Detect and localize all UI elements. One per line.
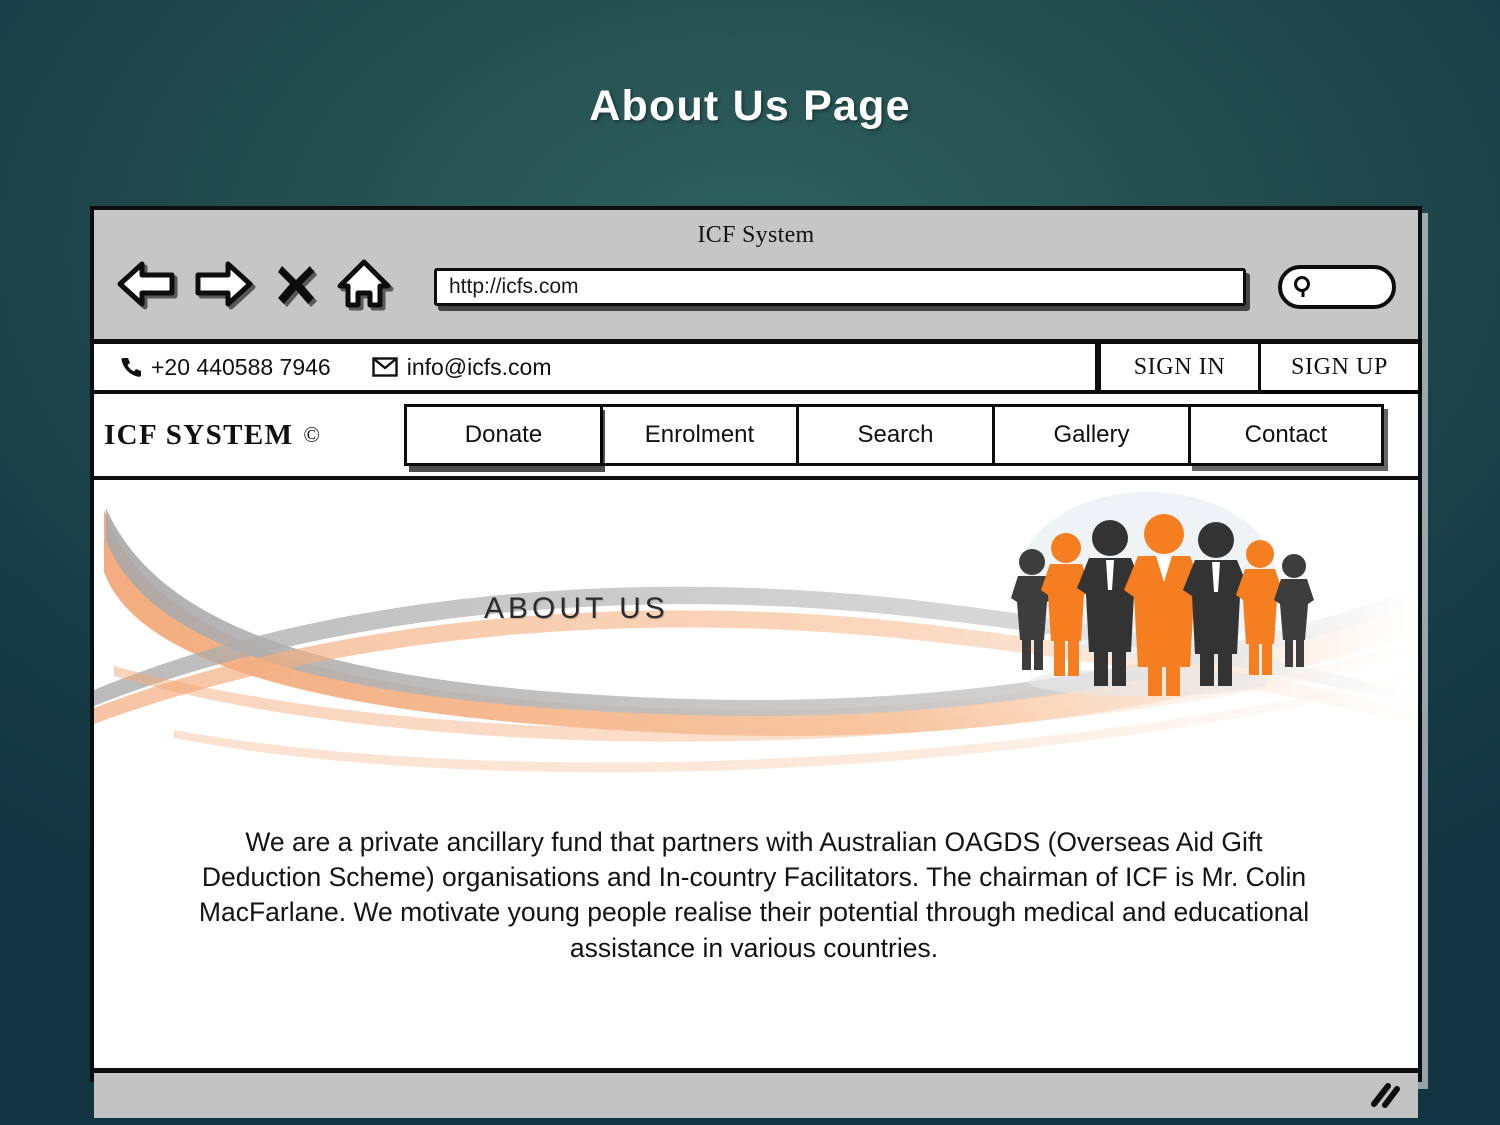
email-address: info@icfs.com [406, 353, 552, 380]
nav-item-donate[interactable]: Donate [404, 404, 600, 466]
site-logo-text: ICF SYSTEM [104, 418, 294, 451]
url-input[interactable]: http://icfs.com [434, 267, 1246, 306]
phone-icon [121, 358, 141, 377]
search-input[interactable] [1278, 264, 1396, 309]
browser-toolbar: http://icfs.com [94, 249, 1418, 314]
contact-strip: +20 440588 7946 info@icfs.com SIGN IN SI… [94, 344, 1418, 394]
phone-contact[interactable]: +20 440588 7946 [120, 354, 331, 381]
browser-chrome: ICF System http://icfs.com [94, 210, 1418, 344]
back-arrow-icon[interactable] [116, 260, 178, 313]
browser-window-title: ICF System [697, 222, 815, 248]
page-title: About Us Page [589, 82, 911, 130]
site-logo[interactable]: ICF SYSTEM © [104, 419, 404, 452]
email-contact[interactable]: info@icfs.com [372, 354, 552, 381]
phone-number: +20 440588 7946 [151, 353, 331, 380]
sign-in-button[interactable]: SIGN IN [1098, 344, 1258, 390]
business-people-illustration [1011, 492, 1314, 696]
about-body-text: We are a private ancillary fund that par… [198, 827, 1310, 963]
nav-item-contact[interactable]: Contact [1188, 404, 1384, 466]
nav-item-enrolment[interactable]: Enrolment [600, 404, 796, 466]
site-navigation-bar: ICF SYSTEM © Donate Enrolment Search Gal… [94, 394, 1418, 480]
browser-window-mockup: ICF System http://icfs.com +20 440588 79… [90, 206, 1422, 1118]
copyright-icon: © [303, 422, 322, 447]
search-magnifier-icon [1294, 275, 1310, 297]
nav-item-gallery[interactable]: Gallery [992, 404, 1188, 466]
close-x-icon[interactable] [276, 260, 316, 313]
url-text: http://icfs.com [449, 274, 579, 298]
nav-item-search[interactable]: Search [796, 404, 992, 466]
sign-up-button[interactable]: SIGN UP [1258, 344, 1418, 390]
forward-arrow-icon[interactable] [192, 260, 254, 313]
nav-menu: Donate Enrolment Search Gallery Contact [404, 404, 1384, 466]
browser-status-bar [94, 1068, 1418, 1118]
contact-info-group: +20 440588 7946 info@icfs.com [94, 344, 1098, 390]
hero-banner: ABOUT US [94, 480, 1418, 780]
page-content: ABOUT US We are a private ancillary fund… [94, 480, 1418, 1068]
envelope-icon [372, 357, 398, 377]
resize-grip-icon[interactable] [1368, 1082, 1402, 1110]
home-icon[interactable] [336, 259, 392, 314]
hero-heading: ABOUT US [484, 592, 669, 625]
